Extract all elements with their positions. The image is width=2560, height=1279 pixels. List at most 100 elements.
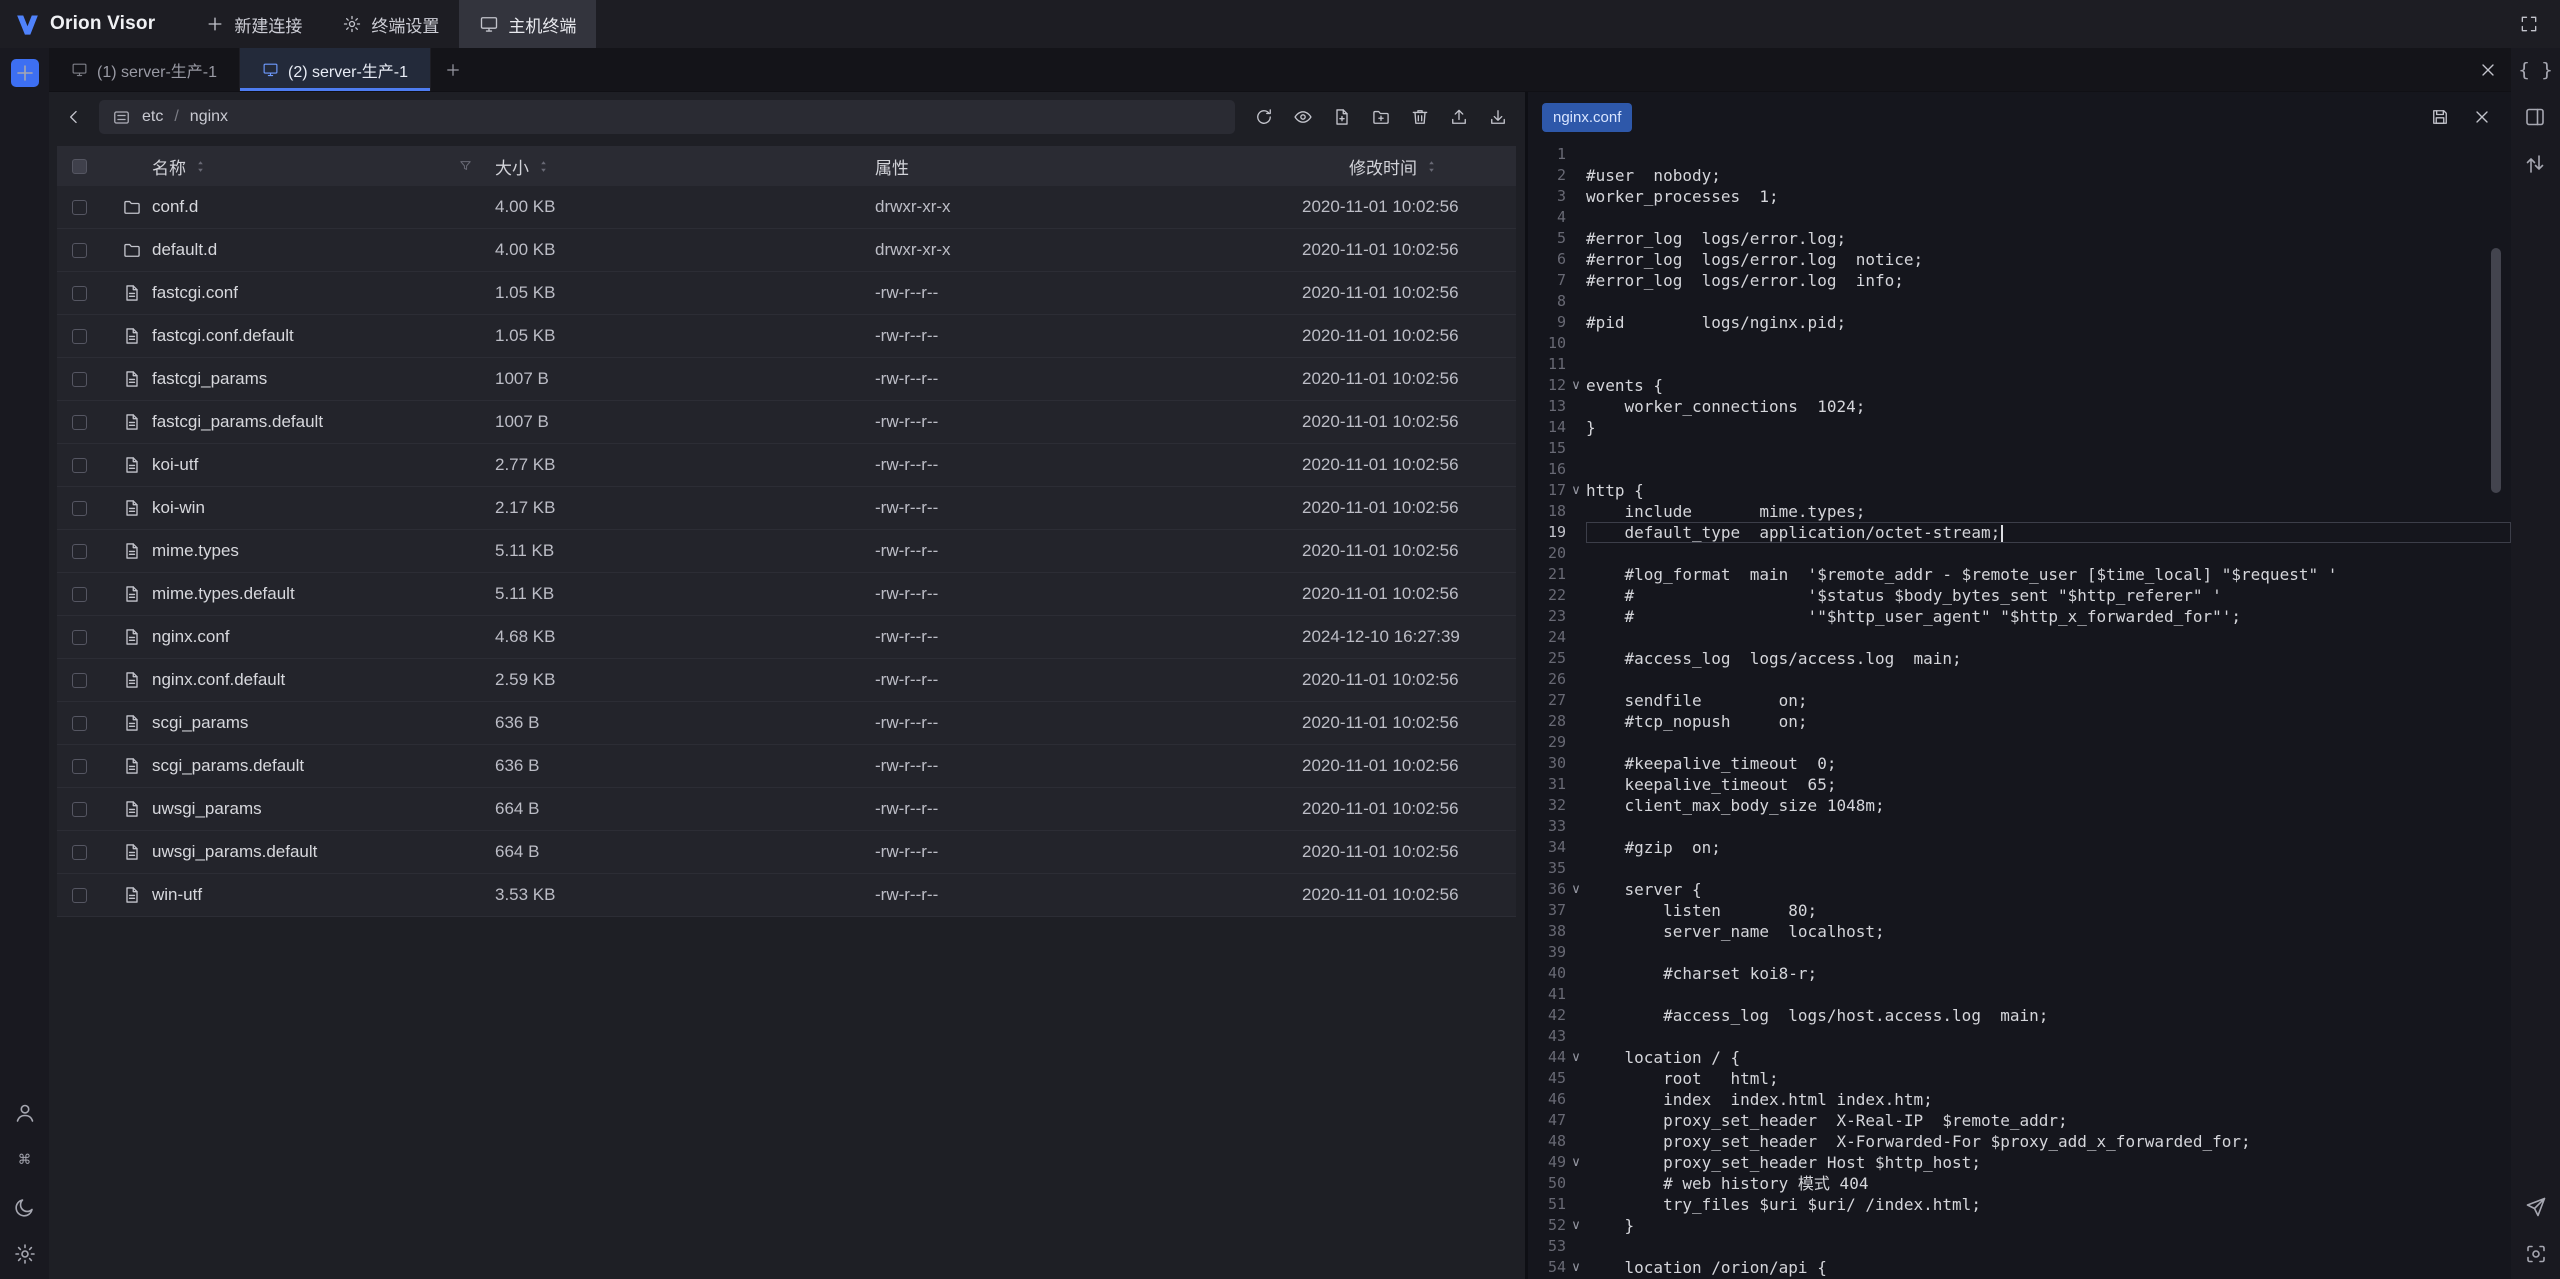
row-checkbox[interactable] — [57, 716, 101, 731]
code-line[interactable]: 46 index index.html index.htm; — [1528, 1089, 2511, 1110]
table-row[interactable]: mime.types5.11 KB-rw-r--r--2020-11-01 10… — [57, 530, 1516, 573]
table-row[interactable]: uwsgi_params.default664 B-rw-r--r--2020-… — [57, 831, 1516, 874]
tab-server-2[interactable]: (2) server-生产-1 — [240, 48, 431, 91]
row-checkbox[interactable] — [57, 243, 101, 258]
code-line[interactable]: 29 — [1528, 732, 2511, 753]
new-file-button[interactable] — [1327, 102, 1357, 132]
fold-chevron-icon[interactable]: ∨ — [1566, 1047, 1586, 1068]
table-row[interactable]: koi-utf2.77 KB-rw-r--r--2020-11-01 10:02… — [57, 444, 1516, 487]
breadcrumb-item[interactable]: etc — [142, 108, 163, 126]
file-name[interactable]: conf.d — [152, 197, 198, 217]
code-line[interactable]: 20 — [1528, 543, 2511, 564]
code-line[interactable]: 38 server_name localhost; — [1528, 921, 2511, 942]
close-panel-button[interactable] — [2473, 55, 2503, 85]
code-line[interactable]: 8 — [1528, 291, 2511, 312]
file-name[interactable]: fastcgi.conf — [152, 283, 238, 303]
refresh-button[interactable] — [1249, 102, 1279, 132]
menu-new-connection[interactable]: 新建连接 — [185, 0, 322, 48]
code-line[interactable]: 35 — [1528, 858, 2511, 879]
file-name[interactable]: koi-win — [152, 498, 205, 518]
row-checkbox[interactable] — [57, 286, 101, 301]
new-folder-button[interactable] — [1366, 102, 1396, 132]
row-checkbox[interactable] — [57, 415, 101, 430]
code-line[interactable]: 11 — [1528, 354, 2511, 375]
shortcut-command-icon[interactable]: ⌘ — [19, 1148, 30, 1172]
code-line[interactable]: 21 #log_format main '$remote_addr - $rem… — [1528, 564, 2511, 585]
table-row[interactable]: conf.d4.00 KBdrwxr-xr-x2020-11-01 10:02:… — [57, 186, 1516, 229]
code-line[interactable]: 7#error_log logs/error.log info; — [1528, 270, 2511, 291]
code-line[interactable]: 22 # '$status $body_bytes_sent "$http_re… — [1528, 585, 2511, 606]
code-line[interactable]: 13 worker_connections 1024; — [1528, 396, 2511, 417]
code-line[interactable]: 17∨http { — [1528, 480, 2511, 501]
fold-chevron-icon[interactable]: ∨ — [1566, 480, 1586, 501]
file-name[interactable]: fastcgi.conf.default — [152, 326, 294, 346]
menu-terminal-settings[interactable]: 终端设置 — [322, 0, 459, 48]
table-row[interactable]: win-utf3.53 KB-rw-r--r--2020-11-01 10:02… — [57, 874, 1516, 917]
code-line[interactable]: 30 #keepalive_timeout 0; — [1528, 753, 2511, 774]
fold-chevron-icon[interactable]: ∨ — [1566, 375, 1586, 396]
user-icon[interactable] — [13, 1101, 37, 1125]
code-line[interactable]: 28 #tcp_nopush on; — [1528, 711, 2511, 732]
sftp-panel-icon[interactable] — [2523, 105, 2547, 129]
sort-icon[interactable] — [1424, 159, 1439, 174]
file-name[interactable]: fastcgi_params.default — [152, 412, 323, 432]
code-line[interactable]: 36∨ server { — [1528, 879, 2511, 900]
column-header-name[interactable]: 名称 — [101, 154, 495, 179]
code-line[interactable]: 12∨events { — [1528, 375, 2511, 396]
path-list-icon[interactable] — [112, 108, 131, 127]
send-command-icon[interactable] — [2524, 1195, 2548, 1219]
fold-chevron-icon[interactable]: ∨ — [1566, 1257, 1586, 1278]
code-line[interactable]: 44∨ location / { — [1528, 1047, 2511, 1068]
save-file-button[interactable] — [2425, 102, 2455, 132]
file-name[interactable]: mime.types.default — [152, 584, 295, 604]
fold-chevron-icon[interactable]: ∨ — [1566, 1152, 1586, 1173]
table-row[interactable]: fastcgi_params1007 B-rw-r--r--2020-11-01… — [57, 358, 1516, 401]
delete-button[interactable] — [1405, 102, 1435, 132]
table-row[interactable]: nginx.conf.default2.59 KB-rw-r--r--2020-… — [57, 659, 1516, 702]
settings-gear-icon[interactable] — [13, 1242, 37, 1266]
code-line[interactable]: 37 listen 80; — [1528, 900, 2511, 921]
file-name[interactable]: uwsgi_params — [152, 799, 262, 819]
fullscreen-button[interactable] — [2514, 9, 2544, 39]
code-line[interactable]: 42 #access_log logs/host.access.log main… — [1528, 1005, 2511, 1026]
code-line[interactable]: 54∨ location /orion/api { — [1528, 1257, 2511, 1278]
menu-host-terminal[interactable]: 主机终端 — [459, 0, 596, 48]
table-row[interactable]: fastcgi_params.default1007 B-rw-r--r--20… — [57, 401, 1516, 444]
code-line[interactable]: 47 proxy_set_header X-Real-IP $remote_ad… — [1528, 1110, 2511, 1131]
show-hidden-button[interactable] — [1288, 102, 1318, 132]
code-line[interactable]: 26 — [1528, 669, 2511, 690]
upload-button[interactable] — [1444, 102, 1474, 132]
row-checkbox[interactable] — [57, 759, 101, 774]
file-name[interactable]: scgi_params.default — [152, 756, 304, 776]
code-line[interactable]: 23 # '"$http_user_agent" "$http_x_forwar… — [1528, 606, 2511, 627]
row-checkbox[interactable] — [57, 372, 101, 387]
code-line[interactable]: 39 — [1528, 942, 2511, 963]
code-line[interactable]: 52∨ } — [1528, 1215, 2511, 1236]
code-line[interactable]: 53 — [1528, 1236, 2511, 1257]
row-checkbox[interactable] — [57, 802, 101, 817]
row-checkbox[interactable] — [57, 544, 101, 559]
file-name[interactable]: nginx.conf.default — [152, 670, 285, 690]
row-checkbox[interactable] — [57, 888, 101, 903]
select-all-checkbox[interactable] — [57, 159, 101, 174]
code-line[interactable]: 32 client_max_body_size 1048m; — [1528, 795, 2511, 816]
theme-icon[interactable] — [13, 1195, 37, 1219]
row-checkbox[interactable] — [57, 329, 101, 344]
code-line[interactable]: 3worker_processes 1; — [1528, 186, 2511, 207]
file-name[interactable]: nginx.conf — [152, 627, 230, 647]
column-header-mtime[interactable]: 修改时间 — [1302, 154, 1516, 179]
code-line[interactable]: 41 — [1528, 984, 2511, 1005]
table-row[interactable]: scgi_params.default636 B-rw-r--r--2020-1… — [57, 745, 1516, 788]
tab-server-1[interactable]: (1) server-生产-1 — [49, 48, 240, 91]
editor-file-badge[interactable]: nginx.conf — [1542, 103, 1632, 132]
code-line[interactable]: 43 — [1528, 1026, 2511, 1047]
code-line[interactable]: 14} — [1528, 417, 2511, 438]
code-line[interactable]: 9#pid logs/nginx.pid; — [1528, 312, 2511, 333]
column-header-size[interactable]: 大小 — [495, 154, 875, 179]
breadcrumb[interactable]: etc / nginx — [99, 100, 1235, 134]
editor-scrollbar[interactable] — [2491, 248, 2501, 493]
file-name[interactable]: koi-utf — [152, 455, 198, 475]
file-name[interactable]: scgi_params — [152, 713, 248, 733]
table-row[interactable]: nginx.conf4.68 KB-rw-r--r--2024-12-10 16… — [57, 616, 1516, 659]
code-line[interactable]: 16 — [1528, 459, 2511, 480]
